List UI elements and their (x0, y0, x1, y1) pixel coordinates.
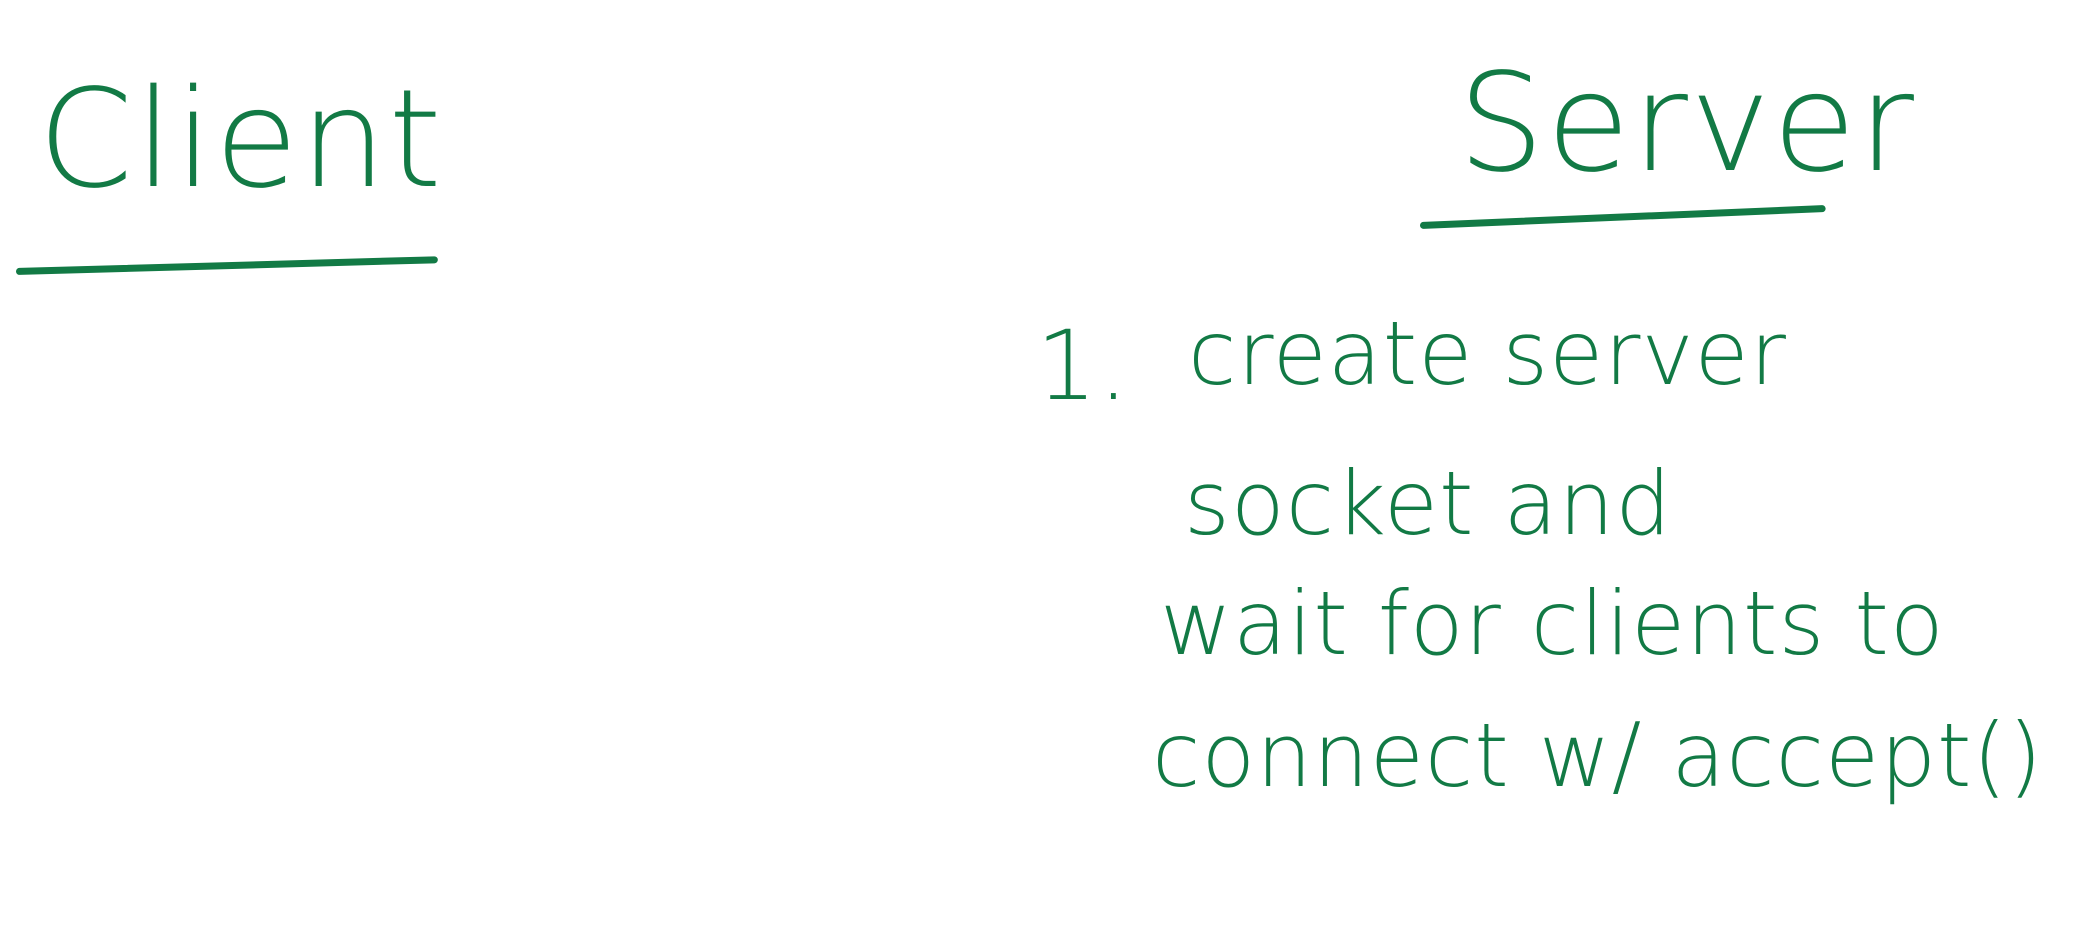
server-heading: Server (1458, 45, 1916, 203)
server-step-number: 1. (1036, 310, 1130, 422)
server-heading-underline (1419, 205, 1826, 229)
server-step-line: socket and (1184, 452, 1673, 555)
server-step-line: wait for clients to (1160, 572, 1945, 675)
server-step-line: connect w/ accept() (1152, 704, 2044, 807)
client-heading-underline (15, 256, 438, 275)
client-heading: Client (38, 61, 444, 219)
whiteboard-canvas: Client Server 1. create server socket an… (0, 0, 2080, 934)
server-step-line: create server (1188, 302, 1787, 405)
